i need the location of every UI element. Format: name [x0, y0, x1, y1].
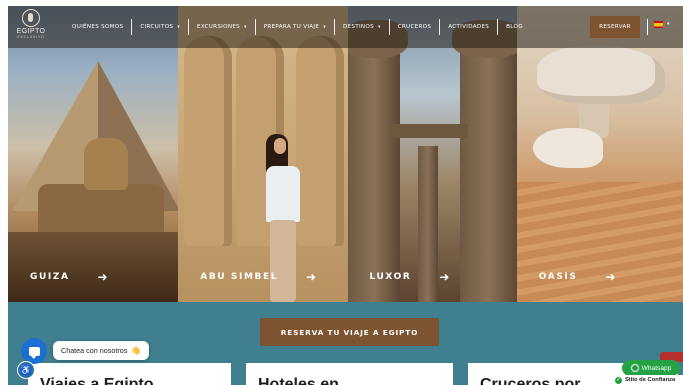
hero-panel-label: LUXOR [369, 272, 412, 282]
statue [296, 36, 345, 246]
ground [8, 232, 179, 302]
main-nav: QUIÉNES SOMOS CIRCUITOS ▾ EXCURSIONES ▾ … [72, 6, 523, 48]
guiza-image [8, 6, 179, 302]
card-title: Cruceros por... [480, 376, 593, 385]
hero-panel-guiza[interactable]: GUIZA ➜ [8, 6, 179, 302]
accessibility-button[interactable]: ♿ [17, 361, 35, 379]
sphinx-head [84, 138, 128, 190]
logo-icon [22, 9, 40, 27]
nav-separator [333, 19, 335, 35]
nav-separator [647, 19, 648, 35]
site-logo[interactable]: EGIPTO EXCLUSIVO [16, 9, 46, 39]
traveler-shirt [266, 166, 301, 222]
mushroom-rock [536, 46, 665, 104]
arrow-right-icon: ➜ [439, 270, 452, 284]
tour-card[interactable]: Viajes a Egipto [28, 363, 231, 385]
check-icon: ✓ [615, 376, 622, 384]
hero-panel-oasis[interactable]: OASIS ➜ [516, 6, 683, 302]
chevron-down-icon: ▾ [177, 24, 180, 30]
chat-bubble-icon [28, 346, 40, 359]
chat-prompt[interactable]: Chatea con nosotros 👋 [53, 341, 150, 360]
whatsapp-button[interactable]: Whatsapp [622, 360, 680, 376]
sand-dune [516, 182, 683, 302]
whatsapp-label: Whatsapp [641, 364, 672, 372]
arrow-right-icon: ➜ [306, 270, 318, 284]
hero-panel-label: GUIZA [30, 272, 70, 282]
statue [184, 36, 233, 246]
abu-simbel-image [178, 6, 348, 302]
nav-separator [187, 19, 189, 35]
nav-item-blog[interactable]: BLOG [506, 24, 523, 30]
trust-badge[interactable]: ✓ Sitio de Confianza [612, 375, 683, 385]
nav-item-prepara-tu-viaje[interactable]: PREPARA TU VIAJE ▾ [264, 24, 326, 30]
traveler-face [274, 138, 287, 154]
chevron-down-icon: ▾ [667, 22, 670, 27]
nav-item-label: QUIÉNES SOMOS [72, 24, 124, 30]
nav-item-circuitos[interactable]: CIRCUITOS ▾ [140, 24, 180, 30]
whatsapp-icon [630, 364, 639, 372]
hero-panel-label: ABU SIMBEL [200, 272, 279, 282]
nav-item-label: BLOG [506, 24, 523, 30]
page: GUIZA ➜ ABU SIMBEL ➜ LUXOR ➜ OASIS ➜ EGI… [0, 0, 683, 385]
nav-item-cruceros[interactable]: CRUCEROS [398, 24, 432, 30]
nav-item-label: CIRCUITOS [140, 24, 174, 30]
hero-panel-label: OASIS [538, 272, 578, 282]
language-selector[interactable]: ▾ [654, 21, 669, 28]
nav-separator [131, 19, 133, 35]
hero-panel-caption: OASIS ➜ [539, 270, 617, 284]
oasis-image [516, 6, 683, 302]
nav-separator [254, 19, 256, 35]
stone-beam [391, 124, 468, 138]
luxor-image [347, 6, 517, 302]
reservar-button[interactable]: RESERVAR [590, 16, 640, 38]
column [459, 26, 517, 302]
accessibility-icon: ♿ [20, 364, 32, 375]
hero-panel-caption: LUXOR ➜ [370, 270, 452, 284]
hero-panel-caption: ABU SIMBEL ➜ [200, 270, 317, 284]
chevron-down-icon: ▾ [244, 24, 247, 30]
reserve-trip-button[interactable]: RESERVA TU VIAJE A EGIPTO [260, 318, 439, 346]
column [347, 26, 400, 302]
hero-panel-caption: GUIZA ➜ [30, 270, 109, 284]
spain-flag-icon [654, 21, 663, 28]
tour-card[interactable]: Hoteles en... [246, 363, 453, 385]
hero-panel-abu-simbel[interactable]: ABU SIMBEL ➜ [178, 6, 348, 302]
chevron-down-icon: ▾ [377, 24, 381, 30]
nav-item-label: EXCURSIONES [196, 24, 241, 30]
nav-separator [439, 19, 441, 35]
nav-separator [497, 19, 499, 35]
card-title: Hoteles en... [258, 376, 353, 385]
nav-item-label: PREPARA TU VIAJE [263, 24, 320, 30]
arrow-right-icon: ➜ [605, 270, 618, 284]
nav-item-label: CRUCEROS [397, 24, 432, 30]
chat-prompt-label: Chatea con nosotros [61, 346, 128, 355]
logo-subtitle: EXCLUSIVO [17, 35, 45, 39]
nav-item-label: DESTINOS [342, 24, 374, 30]
arrow-right-icon: ➜ [97, 270, 110, 284]
nav-separator [388, 19, 390, 35]
logo-name: EGIPTO [16, 28, 46, 35]
nav-item-actividades[interactable]: ACTIVIDADES [448, 24, 489, 30]
card-title: Viajes a Egipto [40, 376, 154, 385]
waving-hand-icon: 👋 [131, 346, 142, 355]
hero-panel-luxor[interactable]: LUXOR ➜ [347, 6, 517, 302]
nav-item-quienes-somos[interactable]: QUIÉNES SOMOS [72, 24, 123, 30]
hero-panels: GUIZA ➜ ABU SIMBEL ➜ LUXOR ➜ OASIS ➜ [8, 6, 683, 302]
white-rock [532, 128, 603, 168]
nav-item-label: ACTIVIDADES [448, 24, 490, 30]
nav-item-destinos[interactable]: DESTINOS ▾ [343, 24, 381, 30]
trust-label: Sitio de Confianza [625, 377, 676, 383]
nav-item-excursiones[interactable]: EXCURSIONES ▾ [197, 24, 247, 30]
chevron-down-icon: ▾ [323, 24, 326, 30]
traveler-pants [270, 220, 297, 302]
site-header: EGIPTO EXCLUSIVO QUIÉNES SOMOS CIRCUITOS… [8, 6, 683, 48]
